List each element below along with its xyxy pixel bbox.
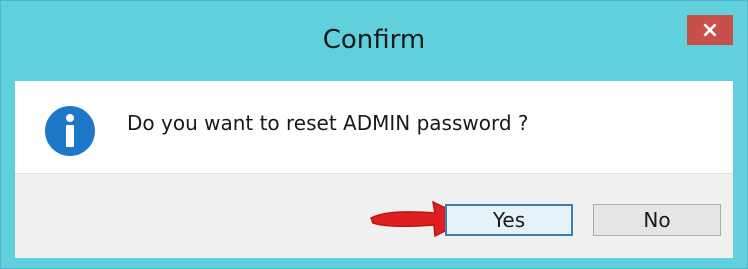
button-bar: Yes No <box>15 173 733 258</box>
close-icon: × <box>700 17 720 43</box>
no-button[interactable]: No <box>593 204 721 236</box>
dialog-title: Confirm <box>322 25 426 55</box>
dialog-message: Do you want to reset ADMIN password ? <box>127 111 529 135</box>
info-icon <box>45 106 95 156</box>
yes-button[interactable]: Yes <box>445 204 573 236</box>
confirm-dialog: Confirm × Do you want to reset ADMIN pas… <box>0 0 748 269</box>
close-button[interactable]: × <box>687 15 733 45</box>
message-area: Do you want to reset ADMIN password ? <box>15 81 733 173</box>
dialog-body: Do you want to reset ADMIN password ? Ye… <box>15 81 733 258</box>
title-bar[interactable]: Confirm × <box>1 1 747 81</box>
